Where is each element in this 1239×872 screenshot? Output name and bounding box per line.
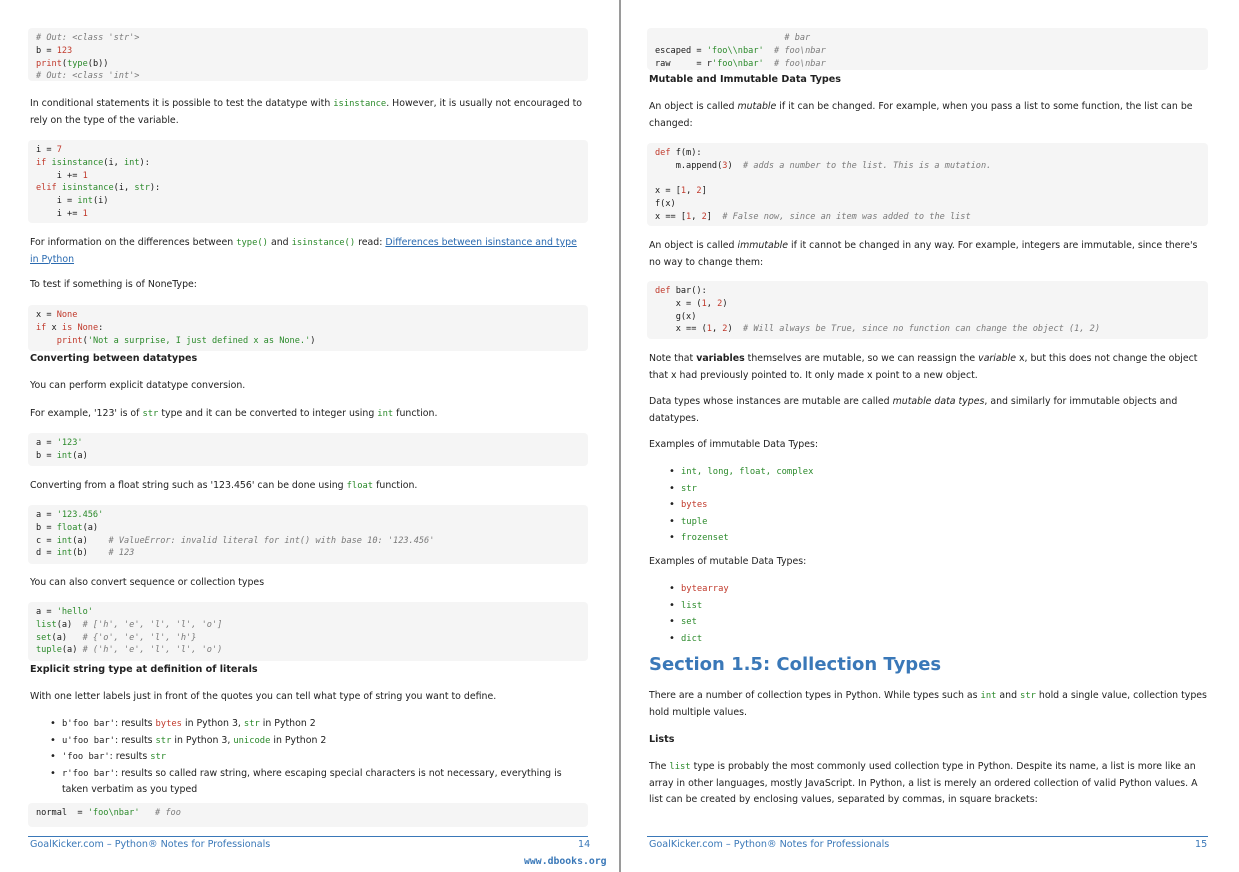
list-item: • b'foo bar': results bytes in Python 3, … [50, 718, 316, 729]
footer-rule [647, 836, 1208, 837]
list-item: • str [669, 482, 697, 494]
list-item: • int, long, float, complex [669, 466, 814, 477]
left-page: # Out: <class 'str'> b = 123 print(type(… [0, 0, 619, 872]
paragraph-immutable: An object is called immutable if it cann… [649, 240, 1198, 268]
code-block: # bar escaped = 'foo\\nbar' # foo\nbar r… [647, 28, 1208, 70]
code-block: def bar(): x = (1, 2) g(x) x == (1, 2) #… [647, 281, 1208, 339]
paragraph-letter: With one letter labels just in front of … [30, 691, 497, 702]
heading-mutable: Mutable and Immutable Data Types [649, 74, 841, 85]
paragraph-explicit: You can perform explicit datatype conver… [30, 380, 246, 391]
code-line: b = 123 [36, 45, 73, 56]
code-block: a = '123.456' b = float(a) c = int(a) # … [28, 505, 588, 564]
page-number: 15 [1195, 839, 1208, 850]
string-prefix-list: • b'foo bar': results bytes in Python 3, … [48, 716, 578, 798]
code-line: print(type(b)) [36, 58, 109, 69]
mutable-types-list: • bytearray • list • set • dict [667, 581, 967, 647]
code-block: normal = 'foo\nbar' # foo [28, 803, 588, 827]
paragraph-float: Converting from a float string such as '… [30, 480, 418, 491]
paragraph-differences: For information on the differences betwe… [30, 237, 577, 265]
list-item: • set [669, 616, 697, 628]
section-title: Section 1.5: Collection Types [649, 654, 942, 675]
list-item: • tuple [669, 515, 708, 527]
paragraph-ex-immutable: Examples of immutable Data Types: [649, 439, 819, 450]
code-block: a = 'hello' list(a) # ['h', 'e', 'l', 'l… [28, 602, 588, 661]
paragraph-mutable: An object is called mutable if it can be… [649, 101, 1193, 129]
code-block: def f(m): m.append(3) # adds a number to… [647, 143, 1208, 226]
list-item: • bytearray [669, 583, 729, 594]
list-item: • r'foo bar': results so called raw strin… [50, 767, 562, 796]
heading-explicit-string: Explicit string type at definition of li… [30, 664, 258, 675]
paragraph-datatypes: Data types whose instances are mutable a… [649, 396, 1178, 424]
code-block: a = '123' b = int(a) [28, 433, 588, 466]
watermark: www.dbooks.org [524, 856, 607, 867]
footer-title: GoalKicker.com – Python® Notes for Profe… [30, 839, 271, 850]
footer-title: GoalKicker.com – Python® Notes for Profe… [649, 839, 890, 850]
paragraph-variables: Note that variables themselves are mutab… [649, 353, 1198, 381]
paragraph-nonetype: To test if something is of NoneType: [30, 279, 197, 290]
code-line: # Out: <class 'str'> [36, 33, 140, 43]
list-item: • dict [669, 632, 703, 644]
code-block: # Out: <class 'str'> b = 123 print(type(… [28, 28, 588, 81]
list-item: • bytes [669, 499, 708, 511]
page-number: 14 [578, 839, 591, 850]
heading-lists: Lists [649, 734, 675, 745]
paragraph-collection: There are a number of collection types i… [649, 690, 1207, 718]
footer-rule [28, 836, 588, 837]
list-item: • frozenset [669, 532, 729, 544]
list-item: • list [669, 599, 703, 611]
immutable-types-list: • int, long, float, complex • str • bytes •… [667, 464, 967, 547]
paragraph-example: For example, '123' is of str type and it… [30, 408, 438, 419]
code-line: # Out: <class 'int'> [36, 71, 140, 82]
code-block: i = 7 if isinstance(i, int): i += 1 elif… [28, 140, 588, 223]
list-item: •'foo bar': results str [50, 751, 167, 763]
paragraph-lists: The list type is probably the most commo… [649, 761, 1198, 805]
code-block: x = None if x is None: print('Not a surp… [28, 305, 588, 351]
paragraph-sequence: You can also convert sequence or collect… [30, 577, 265, 588]
paragraph-ex-mutable: Examples of mutable Data Types: [649, 556, 807, 567]
paragraph-isinstance: In conditional statements it is possible… [30, 98, 583, 126]
right-page: # bar escaped = 'foo\\nbar' # foo\nbar r… [621, 0, 1239, 872]
heading-converting: Converting between datatypes [30, 353, 198, 364]
list-item: • u'foo bar': results str in Python 3, un… [50, 734, 327, 746]
